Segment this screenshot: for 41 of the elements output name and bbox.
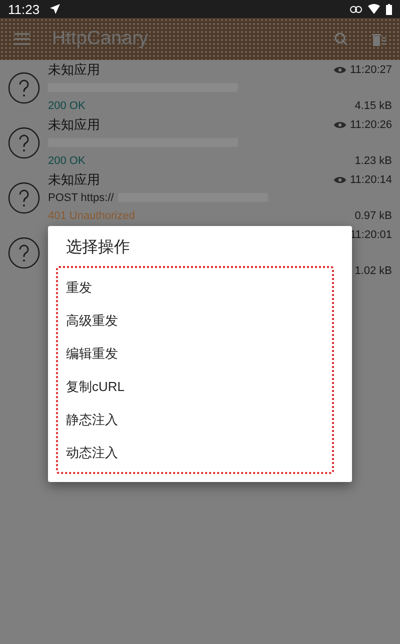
action-option[interactable]: 编辑重发: [58, 337, 332, 370]
eye-icon: [334, 120, 346, 128]
request-row[interactable]: 未知应用 11:20:27 200 OK 4.15 kB: [0, 60, 400, 115]
action-option[interactable]: 复制cURL: [58, 370, 332, 403]
request-time: 11:20:26: [350, 118, 392, 130]
request-time: 11:20:01: [350, 228, 392, 240]
response-size: 1.23 kB: [354, 154, 392, 166]
app-name: 未知应用: [48, 60, 100, 78]
menu-icon[interactable]: [14, 33, 30, 45]
response-size: 1.02 kB: [354, 264, 392, 276]
battery-icon: [386, 4, 392, 14]
status-code: 401 Unauthorized: [48, 210, 135, 222]
status-time: 11:23: [8, 2, 40, 16]
request-row[interactable]: 未知应用 11:20:14 POST https:// 401 Unauthorized 0.97 kB: [0, 170, 400, 225]
request-row[interactable]: 未知应用 11:20:26 200 OK 1.23 kB: [0, 115, 400, 170]
eye-icon: [334, 66, 346, 74]
question-icon: [8, 182, 40, 214]
wifi-icon: [368, 4, 380, 14]
request-url: POST https://: [48, 192, 114, 204]
request-time: 11:20:14: [350, 174, 392, 186]
question-icon: [8, 236, 40, 268]
question-icon: [8, 72, 40, 104]
status-code: 200 OK: [48, 154, 86, 166]
app-title: HttpCanary: [52, 28, 148, 50]
response-size: 0.97 kB: [354, 210, 392, 222]
eye-icon: [334, 176, 346, 184]
location-arrow-icon: [50, 4, 60, 14]
action-option[interactable]: 高级重发: [58, 304, 332, 337]
app-name: 未知应用: [48, 170, 100, 188]
action-option[interactable]: 静态注入: [58, 403, 332, 436]
action-option[interactable]: 重发: [58, 271, 332, 304]
response-size: 4.15 kB: [354, 100, 392, 112]
app-name: 未知应用: [48, 116, 100, 134]
status-code: 200 OK: [48, 100, 86, 112]
link-icon: [350, 6, 362, 12]
clear-list-icon[interactable]: [372, 32, 386, 46]
dialog-title: 选择操作: [65, 238, 131, 258]
search-icon[interactable]: [334, 32, 348, 46]
question-icon: [8, 126, 40, 158]
request-time: 11:20:27: [350, 64, 392, 76]
action-option[interactable]: 动态注入: [58, 436, 332, 469]
